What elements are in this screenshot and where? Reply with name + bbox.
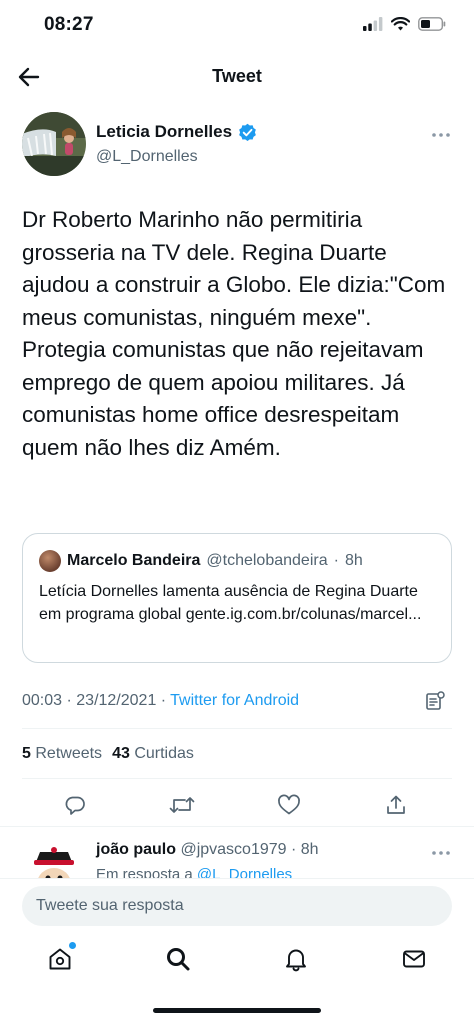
tweet-time: 00:03 — [22, 692, 63, 709]
tweet-date: 23/12/2021 — [76, 692, 157, 709]
likes-label: Curtidas — [134, 745, 194, 762]
tab-notifications[interactable] — [281, 944, 311, 974]
home-notification-dot — [69, 942, 76, 949]
meta-separator: · — [156, 692, 167, 709]
analytics-button[interactable] — [424, 690, 446, 717]
reply-context: Em resposta a @L_Dornelles — [96, 866, 292, 878]
reply-avatar[interactable] — [24, 840, 84, 878]
more-horizontal-icon — [432, 133, 450, 137]
retweets-count: 5 — [22, 745, 31, 762]
author-name-row: Leticia Dornelles — [96, 122, 257, 142]
tab-search[interactable] — [163, 944, 193, 974]
reply-age: 8h — [300, 841, 319, 858]
tab-home[interactable] — [45, 942, 76, 974]
wifi-icon — [391, 17, 410, 31]
quote-separator: · — [333, 552, 339, 569]
bell-icon — [286, 949, 306, 972]
divider — [22, 728, 452, 729]
likes-stat[interactable]: 43 Curtidas — [112, 745, 194, 763]
tweet-meta: 00:03 · 23/12/2021 · Twitter for Android — [22, 691, 452, 710]
retweets-label: Retweets — [35, 745, 103, 762]
likes-count: 43 — [112, 745, 130, 762]
reply-separator: · — [291, 841, 297, 858]
avatar-image — [34, 847, 74, 878]
retweet-button[interactable] — [167, 790, 197, 820]
tweet-source[interactable]: Twitter for Android — [170, 692, 299, 710]
meta-separator: · — [62, 692, 77, 709]
author-name[interactable]: Leticia Dornelles — [96, 122, 232, 142]
tab-messages[interactable] — [399, 944, 429, 974]
divider — [0, 826, 474, 827]
reply-composer-bar: Tweete sua resposta — [0, 878, 474, 932]
divider — [22, 778, 452, 779]
author-avatar[interactable] — [22, 112, 86, 176]
like-button[interactable] — [274, 790, 304, 820]
status-bar: 08:27 — [0, 0, 474, 54]
home-icon — [49, 948, 71, 970]
quote-author-handle: @tchelobandeira — [206, 552, 328, 569]
quoted-tweet[interactable]: Marcelo Bandeira @tchelobandeira · 8h Le… — [22, 533, 452, 663]
reply-icon — [65, 796, 85, 815]
tweet-text: Dr Roberto Marinho não permitiria grosse… — [22, 207, 446, 460]
reply-button[interactable] — [60, 790, 90, 820]
page-title: Tweet — [212, 66, 262, 86]
reply-preview[interactable]: joão paulo @jpvasco1979 · 8h Em resposta… — [0, 830, 474, 878]
battery-icon — [418, 17, 446, 31]
quote-avatar — [39, 550, 61, 572]
avatar-image — [22, 112, 86, 176]
retweets-stat[interactable]: 5 Retweets — [22, 745, 102, 763]
status-time: 08:27 — [44, 14, 94, 35]
retweet-icon — [169, 797, 195, 813]
reply-input[interactable]: Tweete sua resposta — [22, 886, 452, 926]
search-icon — [167, 948, 190, 971]
home-indicator — [153, 1008, 321, 1013]
quote-header: Marcelo Bandeira @tchelobandeira · 8h — [39, 550, 363, 572]
tweet-actions — [0, 790, 474, 820]
reply-author-handle: @jpvasco1979 — [180, 841, 287, 858]
more-horizontal-icon — [432, 851, 450, 855]
share-icon — [387, 795, 405, 814]
reply-more-button[interactable] — [432, 842, 450, 860]
analytics-icon — [426, 691, 445, 710]
reply-prefix: Em resposta a — [96, 866, 193, 878]
quote-author-name: Marcelo Bandeira — [67, 552, 201, 569]
share-button[interactable] — [381, 790, 411, 820]
mail-icon — [403, 950, 425, 968]
reply-mention[interactable]: @L_Dornelles — [197, 866, 292, 878]
heart-icon — [278, 794, 300, 815]
bottom-tab-bar — [0, 932, 474, 986]
verified-badge-icon — [239, 123, 256, 141]
more-options-button[interactable] — [432, 124, 450, 142]
quote-age: 8h — [344, 552, 363, 569]
reply-author-name: joão paulo — [96, 841, 176, 858]
status-icons — [363, 17, 446, 31]
reply-header: joão paulo @jpvasco1979 · 8h — [96, 841, 319, 859]
cellular-signal-icon — [363, 17, 383, 31]
tweet-header: Tweet — [0, 54, 474, 100]
quote-text: Letícia Dornelles lamenta ausência de Re… — [39, 583, 422, 623]
author-handle[interactable]: @L_Dornelles — [96, 148, 198, 166]
tweet-stats: 5 Retweets 43 Curtidas — [22, 745, 194, 763]
tweet-author: Leticia Dornelles @L_Dornelles — [22, 112, 452, 182]
